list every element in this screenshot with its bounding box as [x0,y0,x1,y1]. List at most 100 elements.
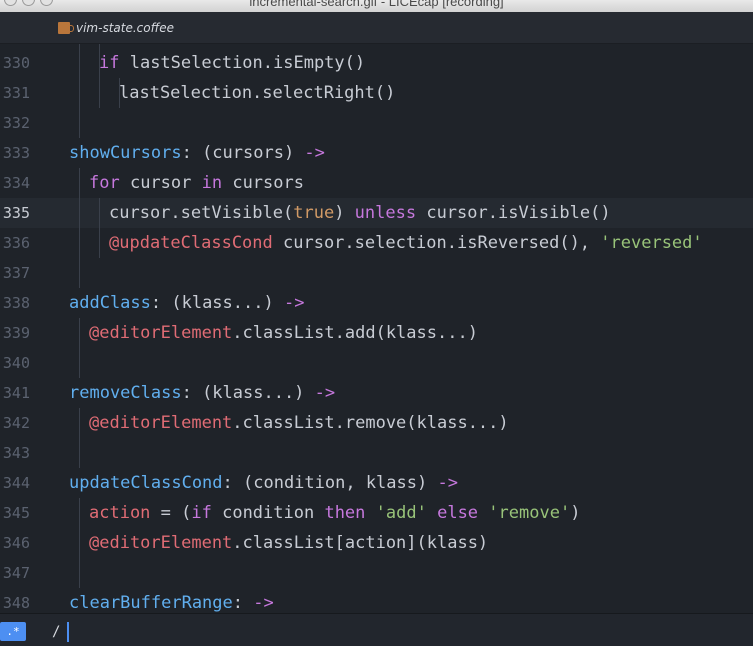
line-code: lastSelection.selectRight() [119,78,395,108]
line-number: 345 [2,504,30,522]
code-token: in [201,173,223,193]
code-token: cursors [222,173,304,193]
code-token: @editorElement [89,533,233,553]
code-line[interactable]: 334 for cursor in cursors [0,168,753,198]
indent-guide [79,408,80,438]
indent-guide [99,198,100,228]
code-token: action [89,503,151,523]
code-token: cursor.selection.isReversed(), [272,233,601,253]
search-input[interactable] [40,620,740,644]
line-number: 333 [2,144,30,162]
code-token: @editorElement [89,413,233,433]
line-number: 334 [2,174,30,192]
code-line[interactable]: 345 action = (if condition then 'add' els… [0,498,753,528]
indent-guide [79,258,80,288]
line-number: 344 [2,474,30,492]
code-token: unless [354,203,417,223]
code-line[interactable]: 338 addClass: (klass...) -> [0,288,753,318]
code-token: = ( [150,503,192,523]
line-number: 340 [2,354,30,372]
indent-guide [79,438,80,468]
code-line[interactable]: 331 lastSelection.selectRight() [0,78,753,108]
code-token: -> [253,593,274,613]
indent-guide [79,168,80,198]
window-title-bar: incremental-search.gif - LICEcap [record… [0,0,753,12]
code-token: showCursors [69,143,182,163]
code-line[interactable]: 344 updateClassCond: (condition, klass) -… [0,468,753,498]
code-token: .classList.remove(klass...) [232,413,509,433]
line-code: cursor.setVisible(true) unless cursor.is… [109,198,611,228]
code-line[interactable]: 332 [0,108,753,138]
code-line[interactable]: 333 showCursors: (cursors) -> [0,138,753,168]
code-line[interactable]: 348 clearBufferRange: -> [0,588,753,613]
indent-guide [79,528,80,558]
incremental-search-bar: .* [0,613,753,646]
coffee-file-icon [58,22,74,34]
code-line[interactable]: 330 if lastSelection.isEmpty() [0,48,753,78]
code-token: @editorElement [89,323,233,343]
line-number: 338 [2,294,30,312]
line-code: action = (if condition then 'add' else '… [89,498,580,528]
code-editor[interactable]: 329lastSelection = @editor.getLastSelect… [0,44,753,613]
line-number: 343 [2,444,30,462]
code-line[interactable]: 337 [0,258,753,288]
code-token: @updateClassCond [109,233,273,253]
line-number: 341 [2,384,30,402]
line-number: 342 [2,414,30,432]
window-title: incremental-search.gif - LICEcap [record… [249,0,504,9]
indent-guide [79,228,80,258]
code-token: : (klass...) [150,293,284,313]
line-number: 346 [2,534,30,552]
code-token: lastSelection.selectRight() [119,83,396,103]
code-token: -> [283,293,305,313]
code-line[interactable]: 341 removeClass: (klass...) -> [0,378,753,408]
indent-guide [99,228,100,258]
line-number: 339 [2,324,30,342]
line-code: addClass: (klass...) -> [69,288,304,318]
code-token: cursor.setVisible( [109,203,294,223]
line-code: if lastSelection.isEmpty() [99,48,365,78]
code-line[interactable]: 335 cursor.setVisible(true) unless cursor… [0,198,753,228]
indent-guide [79,48,80,78]
code-token: -> [437,473,458,493]
code-line[interactable]: 347 [0,558,753,588]
indent-guide [79,198,80,228]
line-number: 337 [2,264,30,282]
code-token: then [324,503,366,523]
code-token: ) [570,503,581,523]
code-line[interactable]: 340 [0,348,753,378]
code-token: condition [211,503,325,523]
code-token: -> [314,383,336,403]
code-line[interactable]: 339 @editorElement.classList.add(klass...… [0,318,753,348]
code-token: updateClassCond [69,473,223,493]
code-line[interactable]: 342 @editorElement.classList.remove(klass… [0,408,753,438]
code-token: .classList[action](klass) [232,533,489,553]
code-token: -> [304,143,325,163]
code-token: else [437,503,479,523]
code-line[interactable]: 346 @editorElement.classList[action](klas… [0,528,753,558]
tab-bar: vim-state.coffee [0,12,753,44]
line-code: @editorElement.classList.remove(klass...… [89,408,509,438]
code-line[interactable]: 343 [0,438,753,468]
code-token: addClass [69,293,151,313]
line-number: 330 [2,54,30,72]
line-code: removeClass: (klass...) -> [69,378,335,408]
tab-title: vim-state.coffee [76,21,175,35]
code-line[interactable]: 336 @updateClassCond cursor.selection.isR… [0,228,753,258]
tab-vim-state-coffee[interactable]: vim-state.coffee [48,12,198,44]
regex-toggle-button[interactable]: .* [0,622,26,641]
line-code: clearBufferRange: -> [69,588,274,613]
code-token: : (klass...) [181,383,315,403]
code-token: if [191,503,212,523]
code-token: cursor.isVisible() [416,203,611,223]
code-token: cursor [119,173,202,193]
indent-guide [79,498,80,528]
code-token: 'remove' [488,503,571,523]
line-code: for cursor in cursors [89,168,304,198]
code-token: for [89,173,120,193]
indent-guide [79,108,80,138]
line-number: 348 [2,594,30,612]
text-caret [67,622,69,642]
indent-guide [79,348,80,378]
